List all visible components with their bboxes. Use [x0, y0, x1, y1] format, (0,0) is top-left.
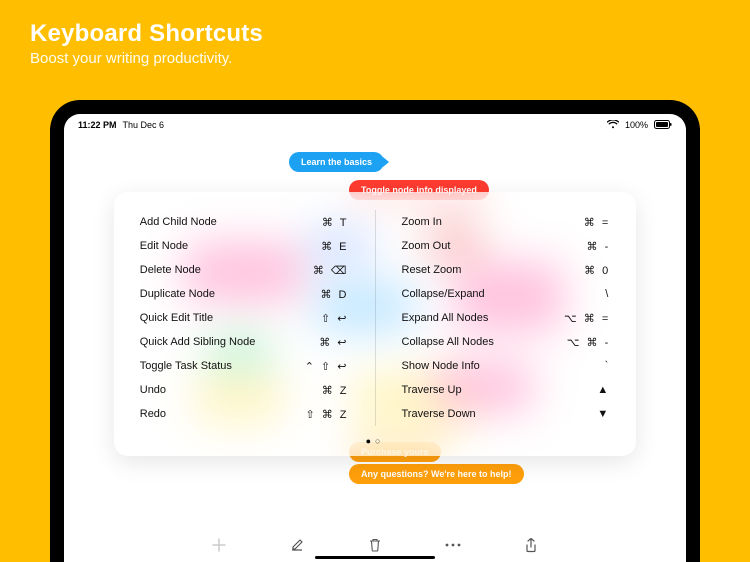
shortcut-keys: ⌘ T [322, 216, 349, 229]
shortcut-label: Duplicate Node [140, 288, 321, 300]
shortcut-label: Collapse/Expand [402, 288, 606, 300]
shortcuts-column-left: Add Child Node⌘ TEdit Node⌘ EDelete Node… [114, 210, 375, 426]
shortcut-row: Zoom In⌘ = [402, 210, 611, 234]
shortcut-keys: ⌘ Z [322, 384, 349, 397]
shortcut-label: Quick Edit Title [140, 312, 321, 324]
shortcut-label: Expand All Nodes [402, 312, 565, 324]
shortcut-label: Reset Zoom [402, 264, 585, 276]
shortcuts-pager[interactable]: ●○ [114, 436, 637, 446]
shortcut-row: Add Child Node⌘ T [140, 210, 349, 234]
wifi-icon [607, 120, 619, 131]
shortcut-keys: ⇧ ↩ [321, 312, 349, 325]
shortcut-keys: ⌥ ⌘ - [567, 336, 610, 349]
battery-icon [654, 120, 672, 131]
shortcut-label: Toggle Task Status [140, 360, 305, 372]
shortcut-keys: ⌘ - [587, 240, 611, 253]
status-date: Thu Dec 6 [123, 120, 165, 130]
node-questions[interactable]: Any questions? We're here to help! [349, 464, 524, 484]
status-time: 11:22 PM [78, 120, 117, 130]
shortcut-label: Quick Add Sibling Node [140, 336, 319, 348]
shortcut-row: Duplicate Node⌘ D [140, 282, 349, 306]
shortcut-label: Zoom In [402, 216, 584, 228]
shortcut-row: Toggle Task Status⌃ ⇧ ↩ [140, 354, 349, 378]
shortcut-row: Redo⇧ ⌘ Z [140, 402, 349, 426]
shortcut-row: Delete Node⌘ ⌫ [140, 258, 349, 282]
shortcut-keys: ⌘ ⌫ [313, 264, 349, 277]
shortcut-row: Traverse Down▼ [402, 402, 611, 426]
shortcut-row: Expand All Nodes⌥ ⌘ = [402, 306, 611, 330]
shortcut-keys: ⌘ = [584, 216, 610, 229]
shortcut-label: Show Node Info [402, 360, 605, 372]
shortcut-label: Collapse All Nodes [402, 336, 567, 348]
shortcut-label: Traverse Down [402, 408, 598, 420]
shortcut-row: Traverse Up▲ [402, 378, 611, 402]
ipad-frame: 11:22 PM Thu Dec 6 100% [50, 100, 700, 562]
shortcut-keys: ⌘ E [321, 240, 348, 253]
share-button[interactable] [522, 536, 540, 554]
battery-text: 100% [625, 120, 648, 130]
shortcut-row: Collapse All Nodes⌥ ⌘ - [402, 330, 611, 354]
shortcut-row: Reset Zoom⌘ 0 [402, 258, 611, 282]
promo-header: Keyboard Shortcuts Boost your writing pr… [30, 20, 263, 67]
shortcut-keys: ⌃ ⇧ ↩ [305, 360, 349, 373]
status-bar: 11:22 PM Thu Dec 6 100% [64, 114, 686, 132]
shortcuts-panel: Add Child Node⌘ TEdit Node⌘ EDelete Node… [114, 192, 637, 456]
add-button[interactable] [210, 536, 228, 554]
more-button[interactable] [444, 536, 462, 554]
shortcut-label: Redo [140, 408, 306, 420]
shortcut-row: Show Node Info` [402, 354, 611, 378]
shortcut-row: Quick Add Sibling Node⌘ ↩ [140, 330, 349, 354]
shortcut-row: Quick Edit Title⇧ ↩ [140, 306, 349, 330]
shortcut-label: Delete Node [140, 264, 313, 276]
shortcut-label: Add Child Node [140, 216, 322, 228]
shortcut-keys: ⌘ 0 [584, 264, 610, 277]
shortcut-keys: ▼ [597, 408, 610, 420]
compose-button[interactable] [288, 536, 306, 554]
shortcuts-column-right: Zoom In⌘ =Zoom Out⌘ -Reset Zoom⌘ 0Collap… [375, 210, 637, 426]
shortcut-label: Undo [140, 384, 322, 396]
trash-button[interactable] [366, 536, 384, 554]
shortcut-keys: ⌥ ⌘ = [564, 312, 610, 325]
shortcut-label: Traverse Up [402, 384, 598, 396]
shortcut-keys: ⌘ D [321, 288, 349, 301]
shortcut-row: Edit Node⌘ E [140, 234, 349, 258]
shortcut-row: Collapse/Expand\ [402, 282, 611, 306]
home-indicator [315, 556, 435, 559]
app-canvas[interactable]: Learn the basics Toggle node info displa… [64, 132, 686, 532]
shortcut-row: Zoom Out⌘ - [402, 234, 611, 258]
promo-subtitle: Boost your writing productivity. [30, 50, 263, 67]
shortcut-label: Edit Node [140, 240, 321, 252]
shortcut-label: Zoom Out [402, 240, 587, 252]
shortcut-keys: ⇧ ⌘ Z [305, 408, 348, 421]
ipad-screen: 11:22 PM Thu Dec 6 100% [64, 114, 686, 562]
shortcut-keys: \ [605, 288, 610, 300]
shortcut-keys: ▲ [597, 384, 610, 396]
promo-title: Keyboard Shortcuts [30, 20, 263, 48]
shortcut-keys: ` [605, 360, 611, 372]
shortcut-row: Undo⌘ Z [140, 378, 349, 402]
shortcut-keys: ⌘ ↩ [319, 336, 348, 349]
node-learn-basics[interactable]: Learn the basics [289, 152, 384, 172]
